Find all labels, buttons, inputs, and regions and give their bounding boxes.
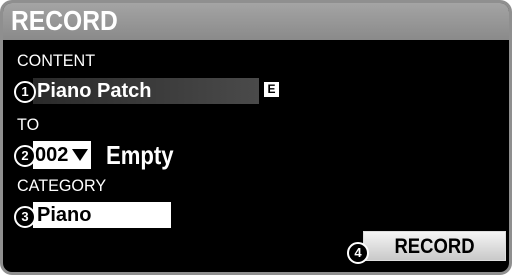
to-number-value: 002 [33, 141, 70, 169]
record-button[interactable]: RECORD [363, 231, 506, 261]
content-label: CONTENT [17, 51, 96, 70]
callout-3: 3 [14, 206, 36, 228]
content-value: Piano Patch [37, 80, 152, 102]
callout-1: 1 [14, 81, 36, 103]
dropdown-arrow-icon[interactable] [69, 141, 92, 169]
page-title: RECORD [11, 5, 118, 36]
to-label: TO [17, 115, 40, 134]
edit-badge-icon: E [264, 82, 279, 97]
title-bar: RECORD [3, 3, 509, 40]
record-screen: RECORD CONTENT Piano Patch E TO 002 Empt… [0, 0, 512, 275]
category-label: CATEGORY [17, 176, 107, 195]
record-button-label: RECORD [394, 235, 475, 258]
callout-4: 4 [347, 242, 369, 264]
to-patch-name: Empty [106, 140, 174, 170]
to-number-selector[interactable]: 002 [33, 141, 92, 169]
callout-2: 2 [14, 145, 36, 167]
category-field[interactable]: Piano [33, 202, 171, 228]
